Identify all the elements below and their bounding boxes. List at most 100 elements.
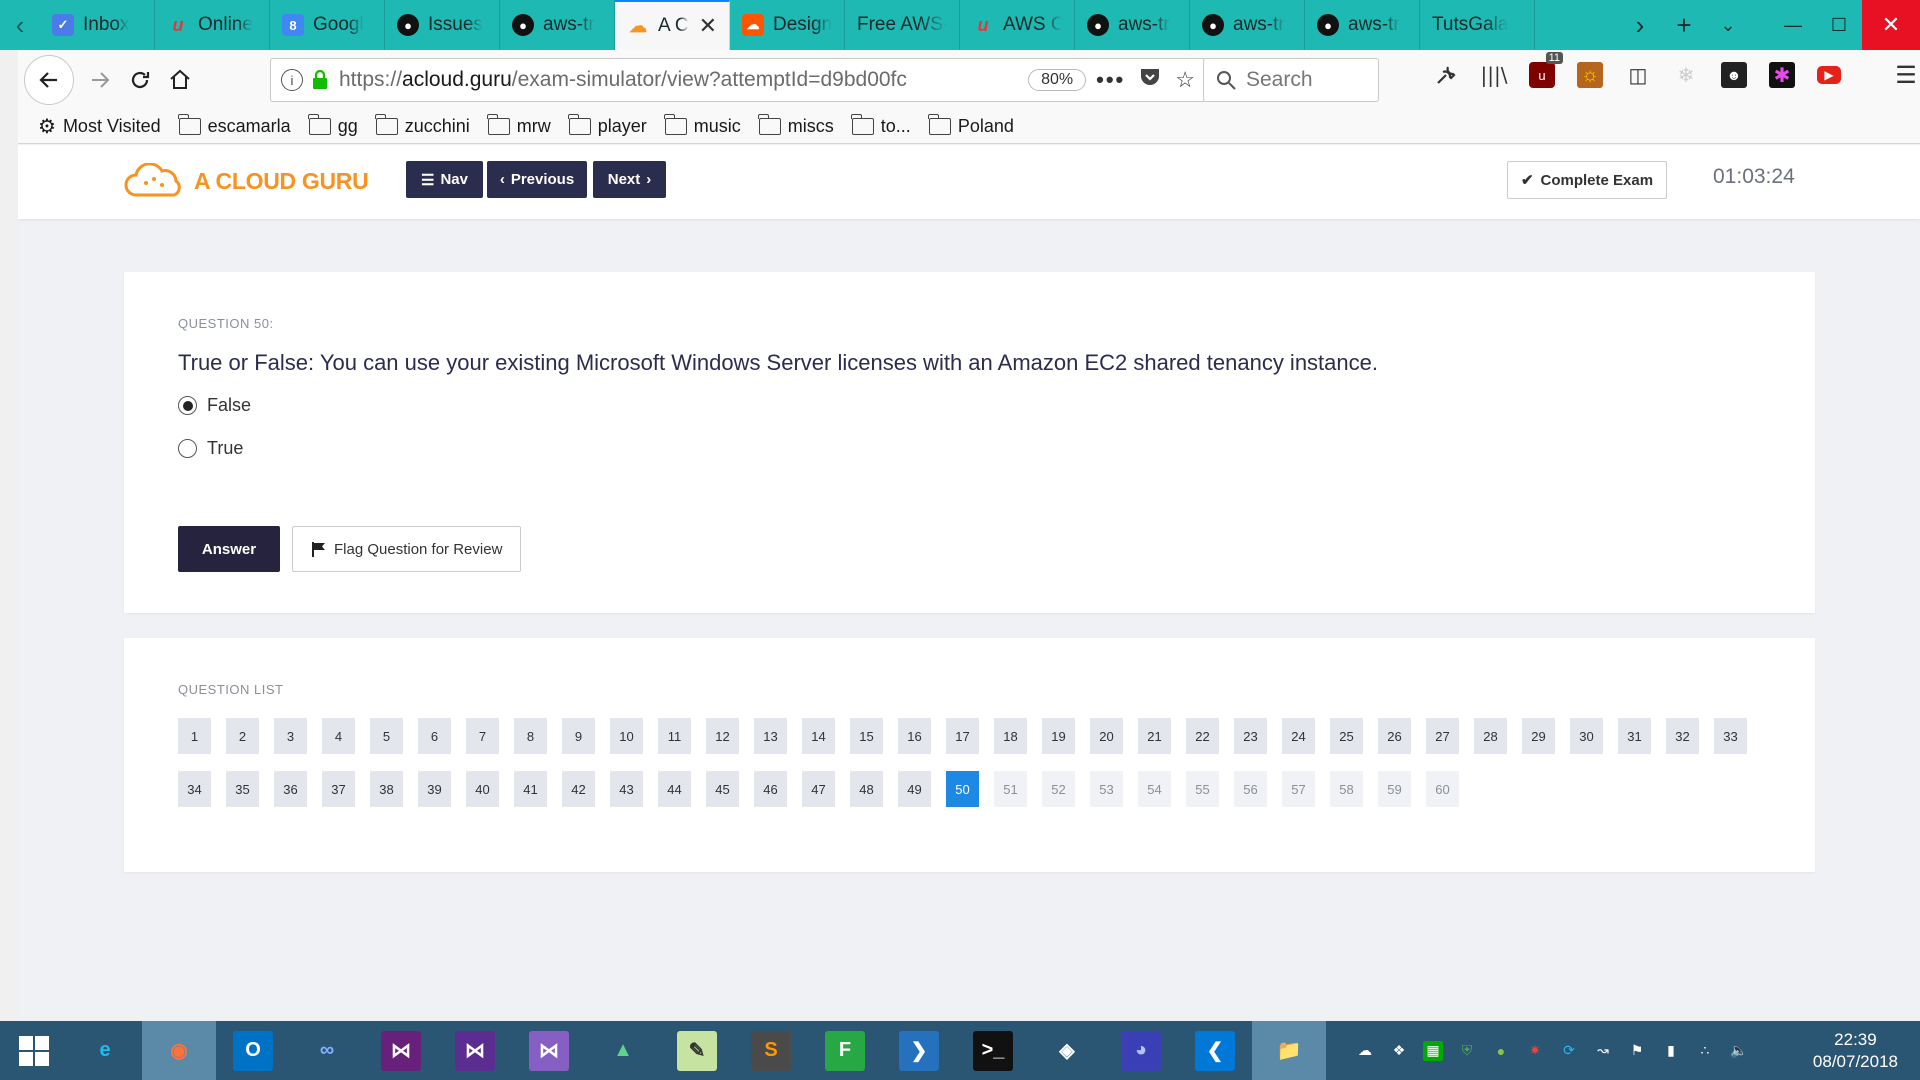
complete-exam-button[interactable]: ✔ Complete Exam — [1507, 161, 1667, 199]
question-list-item[interactable]: 11 — [658, 718, 691, 754]
browser-tab[interactable]: ● aws-tr — [1305, 0, 1420, 50]
question-list-item[interactable]: 49 — [898, 771, 931, 807]
bookmark-item[interactable]: zucchini — [375, 114, 470, 137]
question-list-item[interactable]: 24 — [1282, 718, 1315, 754]
question-list-item[interactable]: 15 — [850, 718, 883, 754]
bookmark-item[interactable]: mrw — [487, 114, 551, 137]
question-list-item[interactable]: 8 — [514, 718, 547, 754]
question-list-item[interactable]: 32 — [1666, 718, 1699, 754]
bookmark-item[interactable]: escamarla — [178, 114, 291, 137]
answer-button[interactable]: Answer — [178, 526, 280, 572]
padlock-icon[interactable] — [311, 70, 329, 90]
question-list-item[interactable]: 47 — [802, 771, 835, 807]
taskbar-app[interactable]: ⋈ — [364, 1021, 438, 1080]
extension-colorwheel-icon[interactable]: ✱ — [1769, 62, 1795, 88]
question-list-item[interactable]: 58 — [1330, 771, 1363, 807]
browser-tab[interactable]: u Online — [155, 0, 270, 50]
shield-icon[interactable]: ⛨ — [1457, 1041, 1477, 1061]
question-list-item[interactable]: 30 — [1570, 718, 1603, 754]
browser-tab[interactable]: ● aws-tr — [1075, 0, 1190, 50]
dropbox-icon[interactable]: ❖ — [1389, 1041, 1409, 1061]
question-list-item[interactable]: 5 — [370, 718, 403, 754]
taskbar-app[interactable]: ◉ — [142, 1021, 216, 1080]
question-list-item[interactable]: 59 — [1378, 771, 1411, 807]
question-list-item[interactable]: 36 — [274, 771, 307, 807]
question-list-item[interactable]: 51 — [994, 771, 1027, 807]
next-button[interactable]: Next › — [593, 161, 666, 198]
tray-red-icon[interactable]: ✷ — [1525, 1041, 1545, 1061]
question-list-item[interactable]: 37 — [322, 771, 355, 807]
app-tray-icon[interactable]: ▦ — [1423, 1040, 1443, 1061]
radio-false[interactable] — [178, 396, 197, 415]
question-list-item[interactable]: 16 — [898, 718, 931, 754]
flag-tray-icon[interactable]: ⚑ — [1627, 1041, 1647, 1061]
question-list-item[interactable]: 48 — [850, 771, 883, 807]
logo[interactable]: A CLOUD GURU — [122, 163, 369, 199]
bookmark-item[interactable]: to... — [851, 114, 911, 137]
browser-tab[interactable]: ☁ Design — [730, 0, 845, 50]
wifi-icon[interactable]: ∴ — [1695, 1041, 1715, 1061]
question-list-item[interactable]: 12 — [706, 718, 739, 754]
question-list-item[interactable]: 27 — [1426, 718, 1459, 754]
tab-scroll-left-icon[interactable]: ‹ — [0, 0, 40, 50]
question-list-item[interactable]: 18 — [994, 718, 1027, 754]
question-list-item[interactable]: 57 — [1282, 771, 1315, 807]
question-list-item[interactable]: 41 — [514, 771, 547, 807]
browser-tab[interactable]: 8 Googl — [270, 0, 385, 50]
bookmark-item[interactable]: miscs — [758, 114, 834, 137]
radio-true[interactable] — [178, 439, 197, 458]
taskbar-app[interactable]: ⋈ — [512, 1021, 586, 1080]
zoom-indicator[interactable]: 80% — [1028, 69, 1087, 91]
question-list-item[interactable]: 1 — [178, 718, 211, 754]
question-list-item[interactable]: 54 — [1138, 771, 1171, 807]
tray-green-icon[interactable]: ● — [1491, 1041, 1511, 1061]
usb-icon[interactable]: ↝ — [1593, 1041, 1613, 1061]
question-list-item[interactable]: 13 — [754, 718, 787, 754]
taskbar-app[interactable]: ▲ — [586, 1021, 660, 1080]
question-list-item[interactable]: 38 — [370, 771, 403, 807]
bookmark-item[interactable]: gg — [308, 114, 358, 137]
question-list-item[interactable]: 20 — [1090, 718, 1123, 754]
home-button[interactable] — [160, 60, 200, 100]
question-list-item[interactable]: 43 — [610, 771, 643, 807]
browser-tab[interactable]: ● aws-tr — [500, 0, 615, 50]
browser-tab[interactable]: ● aws-tr — [1190, 0, 1305, 50]
extension-cat-icon[interactable]: ☻ — [1721, 62, 1747, 88]
onedrive-icon[interactable]: ☁ — [1355, 1041, 1375, 1061]
option-true[interactable]: True — [178, 438, 243, 459]
question-list-item[interactable]: 3 — [274, 718, 307, 754]
question-list-item[interactable]: 55 — [1186, 771, 1219, 807]
question-list-item[interactable]: 17 — [946, 718, 979, 754]
bookmark-item[interactable]: player — [568, 114, 647, 137]
browser-tab[interactable]: ● Issues — [385, 0, 500, 50]
question-list-item[interactable]: 39 — [418, 771, 451, 807]
question-list-item[interactable]: 34 — [178, 771, 211, 807]
info-icon[interactable]: i — [281, 69, 303, 91]
bookmark-item[interactable]: Poland — [928, 114, 1014, 137]
question-list-item[interactable]: 35 — [226, 771, 259, 807]
question-list-item[interactable]: 22 — [1186, 718, 1219, 754]
question-list-item[interactable]: 9 — [562, 718, 595, 754]
question-list-item[interactable]: 7 — [466, 718, 499, 754]
taskbar-app[interactable]: F — [808, 1021, 882, 1080]
question-list-item[interactable]: 2 — [226, 718, 259, 754]
question-list-item[interactable]: 14 — [802, 718, 835, 754]
taskbar-app[interactable]: ∞ — [290, 1021, 364, 1080]
taskbar-app[interactable]: ❮ — [1178, 1021, 1252, 1080]
bookmark-item[interactable]: music — [664, 114, 741, 137]
page-actions-icon[interactable]: ••• — [1096, 67, 1125, 93]
question-list-item[interactable]: 46 — [754, 771, 787, 807]
question-list-item[interactable]: 28 — [1474, 718, 1507, 754]
taskbar-app[interactable]: 📁 — [1252, 1021, 1326, 1080]
bookmark-item[interactable]: ⚙ Most Visited — [38, 114, 161, 139]
taskbar-app[interactable]: ⋈ — [438, 1021, 512, 1080]
question-list-item[interactable]: 50 — [946, 771, 979, 807]
maximize-icon[interactable]: ☐ — [1816, 0, 1862, 50]
ublock-icon[interactable]: u 11 — [1529, 52, 1563, 88]
question-list-item[interactable]: 23 — [1234, 718, 1267, 754]
tab-scroll-right-icon[interactable]: › — [1618, 10, 1662, 41]
previous-button[interactable]: ‹ Previous — [487, 161, 587, 198]
taskbar-app[interactable]: ❯ — [882, 1021, 956, 1080]
bookmark-star-icon[interactable]: ☆ — [1175, 67, 1195, 93]
browser-tab[interactable]: ✓ Inbox — [40, 0, 155, 50]
